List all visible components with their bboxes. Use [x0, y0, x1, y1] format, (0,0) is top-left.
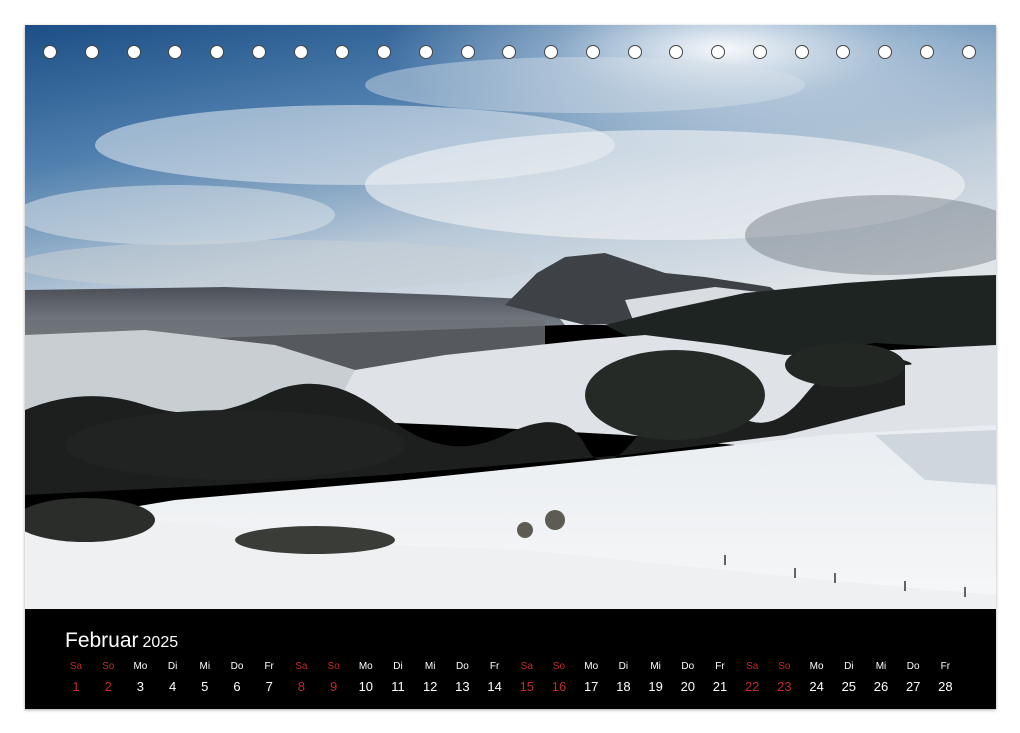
- day-number: 17: [583, 679, 599, 694]
- weekday-label: Mi: [424, 661, 436, 672]
- binding-hole: [711, 45, 725, 59]
- day-number: 28: [938, 679, 953, 694]
- calendar-strip: Februar 2025 Sa 1 So 2 Mo 3 Di 4 Mi 5 Do 6 Fr 7 Sa 8 So 9 M…: [25, 609, 996, 709]
- day-number: 20: [680, 679, 696, 694]
- weekday-label: Di: [618, 661, 629, 672]
- weekday-label: Do: [681, 661, 695, 672]
- day-number: 9: [329, 679, 338, 694]
- binding-hole: [126, 45, 141, 59]
- binding-hole: [794, 45, 809, 59]
- weekday-label: Mo: [809, 661, 824, 672]
- weekday-label: Sa: [746, 661, 759, 672]
- winter-landscape-illustration: [25, 25, 996, 609]
- weekday-label: So: [327, 661, 340, 672]
- day-number: 27: [905, 679, 921, 694]
- binding-hole: [961, 45, 976, 59]
- day-number: 2: [104, 679, 112, 694]
- binding-hole: [752, 45, 767, 59]
- binding-hole: [878, 45, 892, 59]
- day-number: 8: [297, 679, 305, 694]
- binding-hole: [919, 45, 934, 59]
- binding-hole: [293, 45, 308, 59]
- landscape-photo: [25, 25, 996, 609]
- day-number: 6: [233, 679, 241, 694]
- weekday-label: Mi: [650, 661, 661, 672]
- binding-hole: [335, 45, 350, 59]
- month-name: Februar: [65, 629, 139, 652]
- binding-hole: [669, 45, 684, 59]
- day-number: 16: [551, 679, 567, 694]
- binding-hole: [418, 45, 433, 59]
- weekday-label: So: [552, 661, 566, 672]
- day-number: 10: [358, 679, 374, 694]
- day-number: 22: [744, 679, 760, 694]
- weekday-label: Di: [844, 661, 854, 672]
- weekday-label: Mo: [358, 661, 373, 672]
- day-number: 26: [873, 679, 889, 694]
- day-number: 21: [712, 679, 728, 694]
- binding-hole: [251, 45, 266, 59]
- day-number: 13: [455, 679, 470, 694]
- weekday-label: Fr: [940, 661, 951, 672]
- day-number: 1: [72, 679, 80, 694]
- binding-hole: [377, 45, 391, 59]
- binding-hole: [627, 45, 642, 59]
- day-number: 12: [422, 679, 438, 694]
- weekday-label: Mi: [199, 661, 211, 672]
- weekday-label: Mo: [133, 661, 148, 672]
- weekday-label: Sa: [520, 661, 533, 672]
- binding-holes: [43, 45, 983, 65]
- binding-hole: [43, 45, 57, 59]
- month-title: Februar 2025: [65, 629, 178, 653]
- day-number: 15: [519, 679, 535, 694]
- weekday-label: Do: [230, 661, 244, 672]
- binding-hole: [460, 45, 475, 59]
- day-number: 5: [201, 679, 209, 694]
- weekday-label: Fr: [264, 661, 274, 672]
- weekday-label: So: [102, 661, 115, 672]
- weekday-label: Mo: [584, 661, 599, 672]
- day-number: 14: [487, 679, 502, 694]
- weekday-label: Di: [167, 661, 178, 672]
- weekday-label: Fr: [489, 661, 500, 672]
- binding-hole: [210, 45, 224, 59]
- weekday-label: So: [778, 661, 791, 672]
- weekday-label: Mi: [875, 661, 887, 672]
- day-number: 3: [136, 679, 144, 694]
- binding-hole: [585, 45, 600, 59]
- weekday-label: Sa: [295, 661, 308, 672]
- calendar-page: Februar 2025 Sa 1 So 2 Mo 3 Di 4 Mi 5 Do 6 Fr 7 Sa 8 So 9 M…: [25, 25, 996, 709]
- binding-hole: [84, 45, 99, 59]
- day-number: 11: [391, 679, 405, 694]
- day-number: 23: [777, 679, 792, 694]
- year-label: 2025: [142, 634, 179, 651]
- day-number: 24: [809, 679, 824, 694]
- day-number: 18: [616, 679, 631, 694]
- day-number: 7: [265, 679, 273, 694]
- day-number: 4: [168, 679, 177, 694]
- binding-hole: [168, 45, 183, 59]
- weekday-label: Fr: [715, 661, 725, 672]
- binding-hole: [502, 45, 517, 59]
- weekday-label: Do: [906, 661, 920, 672]
- weekday-label: Sa: [69, 661, 83, 672]
- binding-hole: [836, 45, 851, 59]
- day-number: 19: [648, 679, 663, 694]
- day-number: 25: [841, 679, 857, 694]
- weekday-label: Di: [393, 661, 403, 672]
- weekday-label: Do: [455, 661, 469, 672]
- binding-hole: [544, 45, 558, 59]
